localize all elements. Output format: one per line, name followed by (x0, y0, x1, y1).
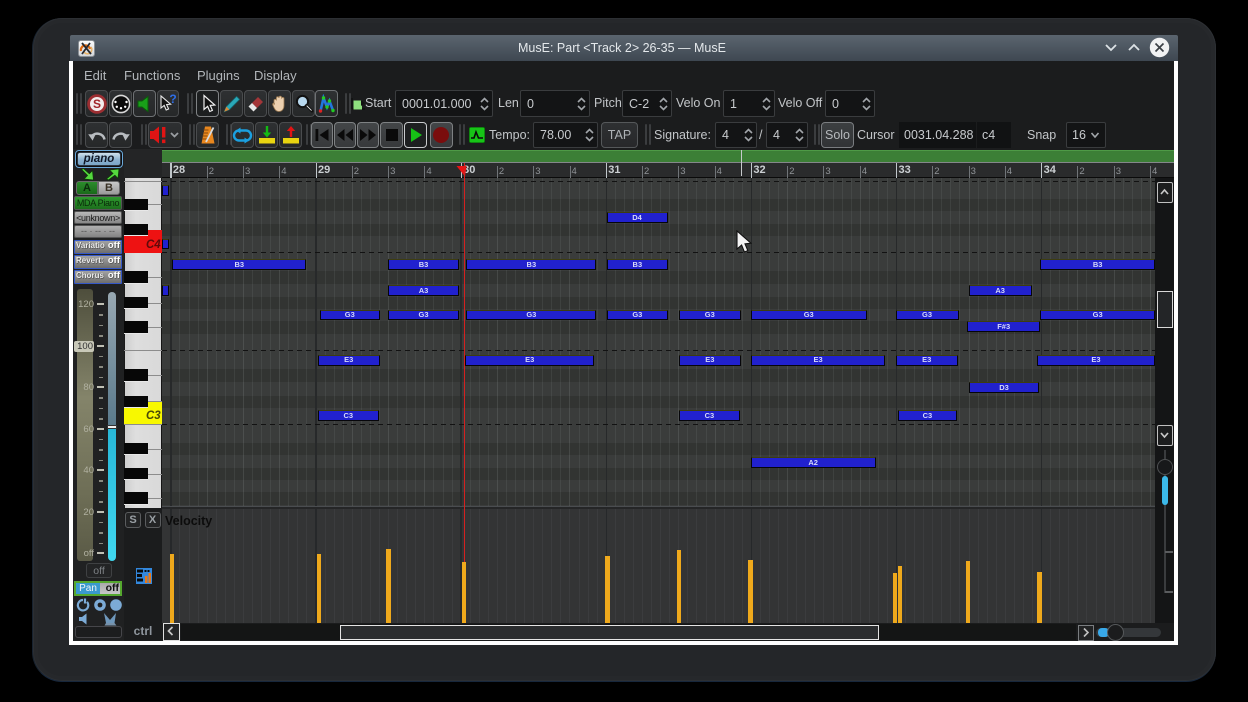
svg-text:?: ? (169, 94, 176, 106)
svg-text:S: S (92, 97, 100, 111)
